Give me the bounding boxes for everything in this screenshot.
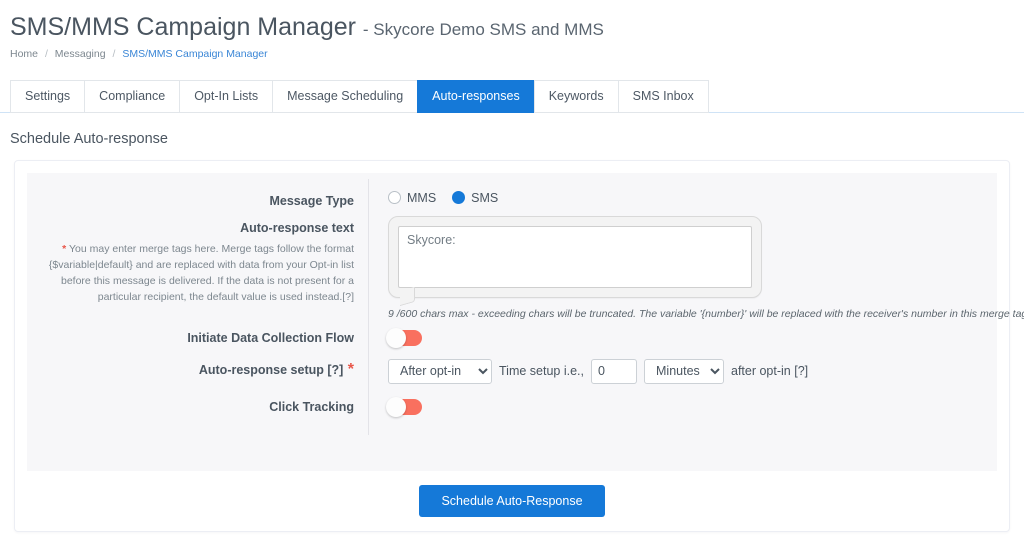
row-click-tracking: Click Tracking: [45, 395, 979, 417]
setup-suffix-label: after opt-in [?]: [731, 364, 809, 378]
page-title-subtitle: - Skycore Demo SMS and MMS: [362, 20, 604, 39]
auto-response-card: Message Type MMS SMS Auto-response text …: [14, 159, 1024, 532]
setup-trigger-select[interactable]: After opt-in: [388, 358, 492, 384]
auto-response-text-help-body: You may enter merge tags here. Merge tag…: [48, 242, 354, 304]
toggle-knob: [386, 396, 406, 417]
page-title: SMS/MMS Campaign Manager - Skycore Demo …: [10, 13, 1024, 42]
tab-settings[interactable]: Settings: [10, 79, 85, 113]
character-counter-note: 9 /600 chars max - exceeding chars will …: [388, 307, 1024, 320]
radio-sms[interactable]: SMS: [452, 191, 498, 205]
auto-response-text-control: 9 /600 chars max - exceeding chars will …: [370, 215, 1024, 320]
tab-keywords[interactable]: Keywords: [533, 79, 618, 113]
click-tracking-control: [370, 395, 979, 417]
breadcrumb: Home / Messaging / SMS/MMS Campaign Mana…: [10, 48, 1024, 60]
radio-mms-label: MMS: [407, 190, 437, 205]
auto-response-textarea[interactable]: [398, 225, 752, 288]
row-auto-response-text: Auto-response text * You may enter merge…: [45, 215, 1024, 320]
setup-control: After opt-in Time setup i.e., Minutes af…: [370, 358, 979, 384]
page-title-main: SMS/MMS Campaign Manager: [10, 13, 356, 41]
setup-label-col: Auto-response setup [?] *: [45, 358, 370, 379]
row-data-collection: Initiate Data Collection Flow: [45, 326, 979, 348]
setup-required-asterisk: *: [347, 360, 354, 378]
tab-list: Settings Compliance Opt-In Lists Message…: [0, 79, 1024, 113]
setup-unit-select[interactable]: Minutes: [644, 358, 724, 384]
tab-sms-inbox[interactable]: SMS Inbox: [617, 79, 709, 113]
message-type-label-col: Message Type: [45, 189, 370, 210]
breadcrumb-home[interactable]: Home: [10, 48, 38, 60]
breadcrumb-messaging[interactable]: Messaging: [55, 48, 106, 60]
page-header: SMS/MMS Campaign Manager - Skycore Demo …: [0, 0, 1024, 60]
section-heading: Schedule Auto-response: [10, 130, 168, 147]
message-type-control: MMS SMS: [370, 189, 979, 205]
row-message-type: Message Type MMS SMS: [45, 189, 979, 210]
tab-compliance[interactable]: Compliance: [84, 79, 180, 113]
breadcrumb-current[interactable]: SMS/MMS Campaign Manager: [122, 48, 267, 60]
radio-sms-label: SMS: [471, 190, 499, 205]
auto-response-form: Message Type MMS SMS Auto-response text …: [27, 172, 1024, 471]
data-collection-label: Initiate Data Collection Flow: [187, 330, 354, 345]
tab-bar: Settings Compliance Opt-In Lists Message…: [0, 79, 1024, 113]
auto-response-text-label-col: Auto-response text * You may enter merge…: [45, 216, 370, 306]
radio-checked-icon: [452, 191, 466, 204]
tab-auto-responses[interactable]: Auto-responses: [417, 79, 534, 113]
breadcrumb-separator: /: [112, 47, 116, 60]
form-divider: [368, 178, 369, 435]
setup-inline-controls: After opt-in Time setup i.e., Minutes af…: [388, 358, 979, 384]
data-collection-label-col: Initiate Data Collection Flow: [45, 326, 370, 347]
radio-mms[interactable]: MMS: [388, 191, 436, 205]
breadcrumb-separator: /: [44, 47, 48, 60]
message-bubble: [388, 215, 762, 298]
required-asterisk: *: [62, 242, 67, 255]
data-collection-toggle[interactable]: [386, 327, 422, 348]
toggle-knob: [386, 327, 406, 348]
message-type-label: Message Type: [269, 193, 354, 208]
data-collection-control: [370, 326, 979, 348]
message-type-radio-group: MMS SMS: [388, 189, 979, 205]
click-tracking-label-col: Click Tracking: [45, 395, 370, 416]
auto-response-text-label: Auto-response text: [240, 220, 354, 235]
tab-message-scheduling[interactable]: Message Scheduling: [272, 79, 418, 113]
row-auto-response-setup: Auto-response setup [?] * After opt-in T…: [45, 358, 979, 384]
setup-time-input[interactable]: [591, 358, 637, 384]
setup-label: Auto-response setup [?]: [198, 362, 344, 377]
click-tracking-label: Click Tracking: [269, 399, 354, 414]
schedule-auto-response-button[interactable]: Schedule Auto-Response: [419, 484, 605, 517]
setup-time-label: Time setup i.e.,: [499, 364, 584, 378]
radio-unchecked-icon: [388, 191, 401, 204]
tab-opt-in-lists[interactable]: Opt-In Lists: [179, 79, 273, 113]
auto-response-text-help: * You may enter merge tags here. Merge t…: [45, 241, 354, 306]
submit-row: Schedule Auto-Response: [27, 484, 997, 517]
click-tracking-toggle[interactable]: [386, 396, 422, 417]
